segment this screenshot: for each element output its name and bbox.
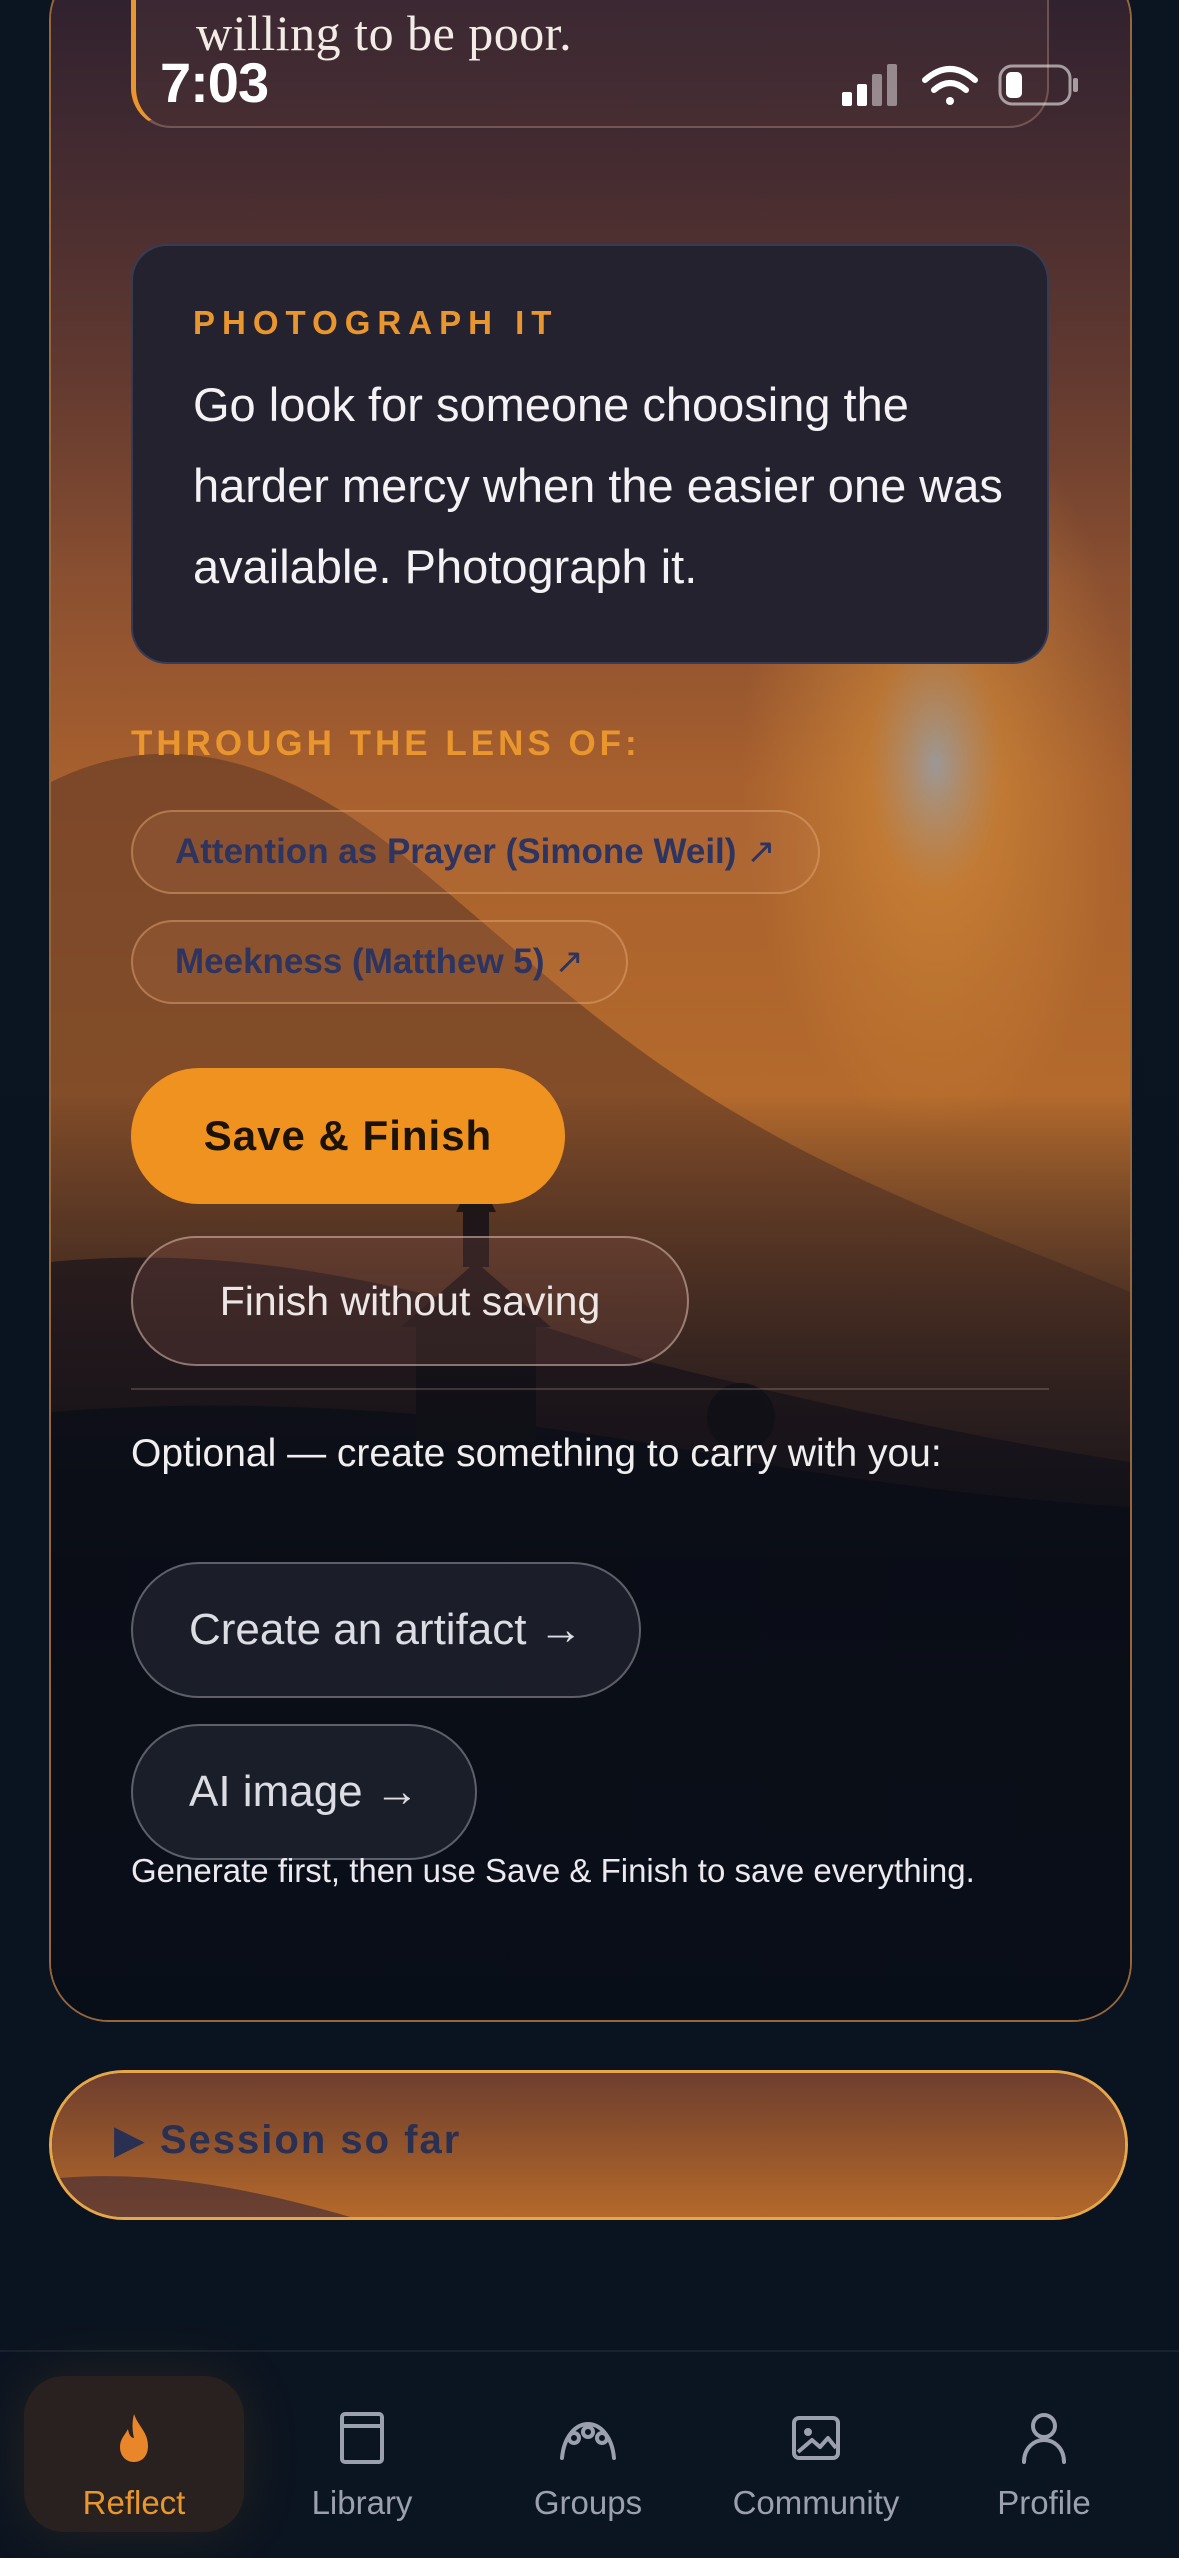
photograph-prompt-box: PHOTOGRAPH IT Go look for someone choosi… — [131, 244, 1049, 664]
lens-chip-meekness[interactable]: Meekness (Matthew 5) ↗ — [131, 920, 628, 1004]
reflection-card: willing to be poor. PHOTOGRAPH IT Go loo… — [49, 0, 1132, 2022]
create-artifact-button[interactable]: Create an artifact → — [131, 1562, 641, 1698]
external-arrow-icon: ↗ — [554, 942, 584, 981]
signal-icon — [842, 64, 897, 106]
divider — [131, 1388, 1049, 1390]
nav-item-groups[interactable]: Groups — [478, 2376, 698, 2532]
lens-chip-simone-weil[interactable]: Attention as Prayer (Simone Weil) ↗ — [131, 810, 820, 894]
photograph-label: PHOTOGRAPH IT — [193, 304, 559, 341]
bottom-nav: Reflect Library Groups Community Profile — [0, 2350, 1179, 2558]
session-so-far-label: ▶ Session so far — [114, 2118, 462, 2162]
flame-icon — [120, 2414, 148, 2462]
nav-item-profile[interactable]: Profile — [934, 2376, 1154, 2532]
save-finish-button[interactable]: Save & Finish — [131, 1068, 565, 1204]
status-icons — [842, 64, 1078, 106]
image-icon — [792, 2416, 840, 2460]
external-arrow-icon: ↗ — [746, 832, 776, 871]
photograph-prompt-text: Go look for someone choosing the harder … — [193, 378, 1003, 593]
helper-text: Generate first, then use Save & Finish t… — [131, 1852, 975, 1889]
lens-chip-label: Meekness (Matthew 5) — [175, 942, 545, 981]
groups-icon — [560, 2421, 616, 2460]
lens-chip-label: Attention as Prayer (Simone Weil) — [175, 832, 737, 871]
nav-label-reflect: Reflect — [82, 2484, 186, 2521]
finish-without-saving-button[interactable]: Finish without saving — [131, 1236, 689, 1366]
book-icon — [340, 2412, 384, 2464]
nav-item-reflect[interactable]: Reflect — [24, 2376, 244, 2532]
lens-label: THROUGH THE LENS OF: — [131, 724, 641, 763]
nav-item-library[interactable]: Library — [252, 2376, 472, 2532]
nav-label-community: Community — [732, 2484, 900, 2521]
optional-intro-text: Optional — create something to carry wit… — [131, 1432, 942, 1475]
nav-item-community[interactable]: Community — [704, 2376, 928, 2532]
ai-image-button[interactable]: AI image → — [131, 1724, 477, 1860]
nav-label-profile: Profile — [997, 2484, 1091, 2521]
battery-icon — [998, 64, 1078, 106]
nav-label-groups: Groups — [533, 2484, 643, 2521]
wifi-icon — [922, 66, 978, 105]
session-so-far-toggle[interactable]: ▶ Session so far — [49, 2070, 1128, 2220]
nav-label-library: Library — [311, 2484, 413, 2521]
person-icon — [1022, 2413, 1066, 2464]
status-time: 7:03 — [160, 51, 269, 114]
